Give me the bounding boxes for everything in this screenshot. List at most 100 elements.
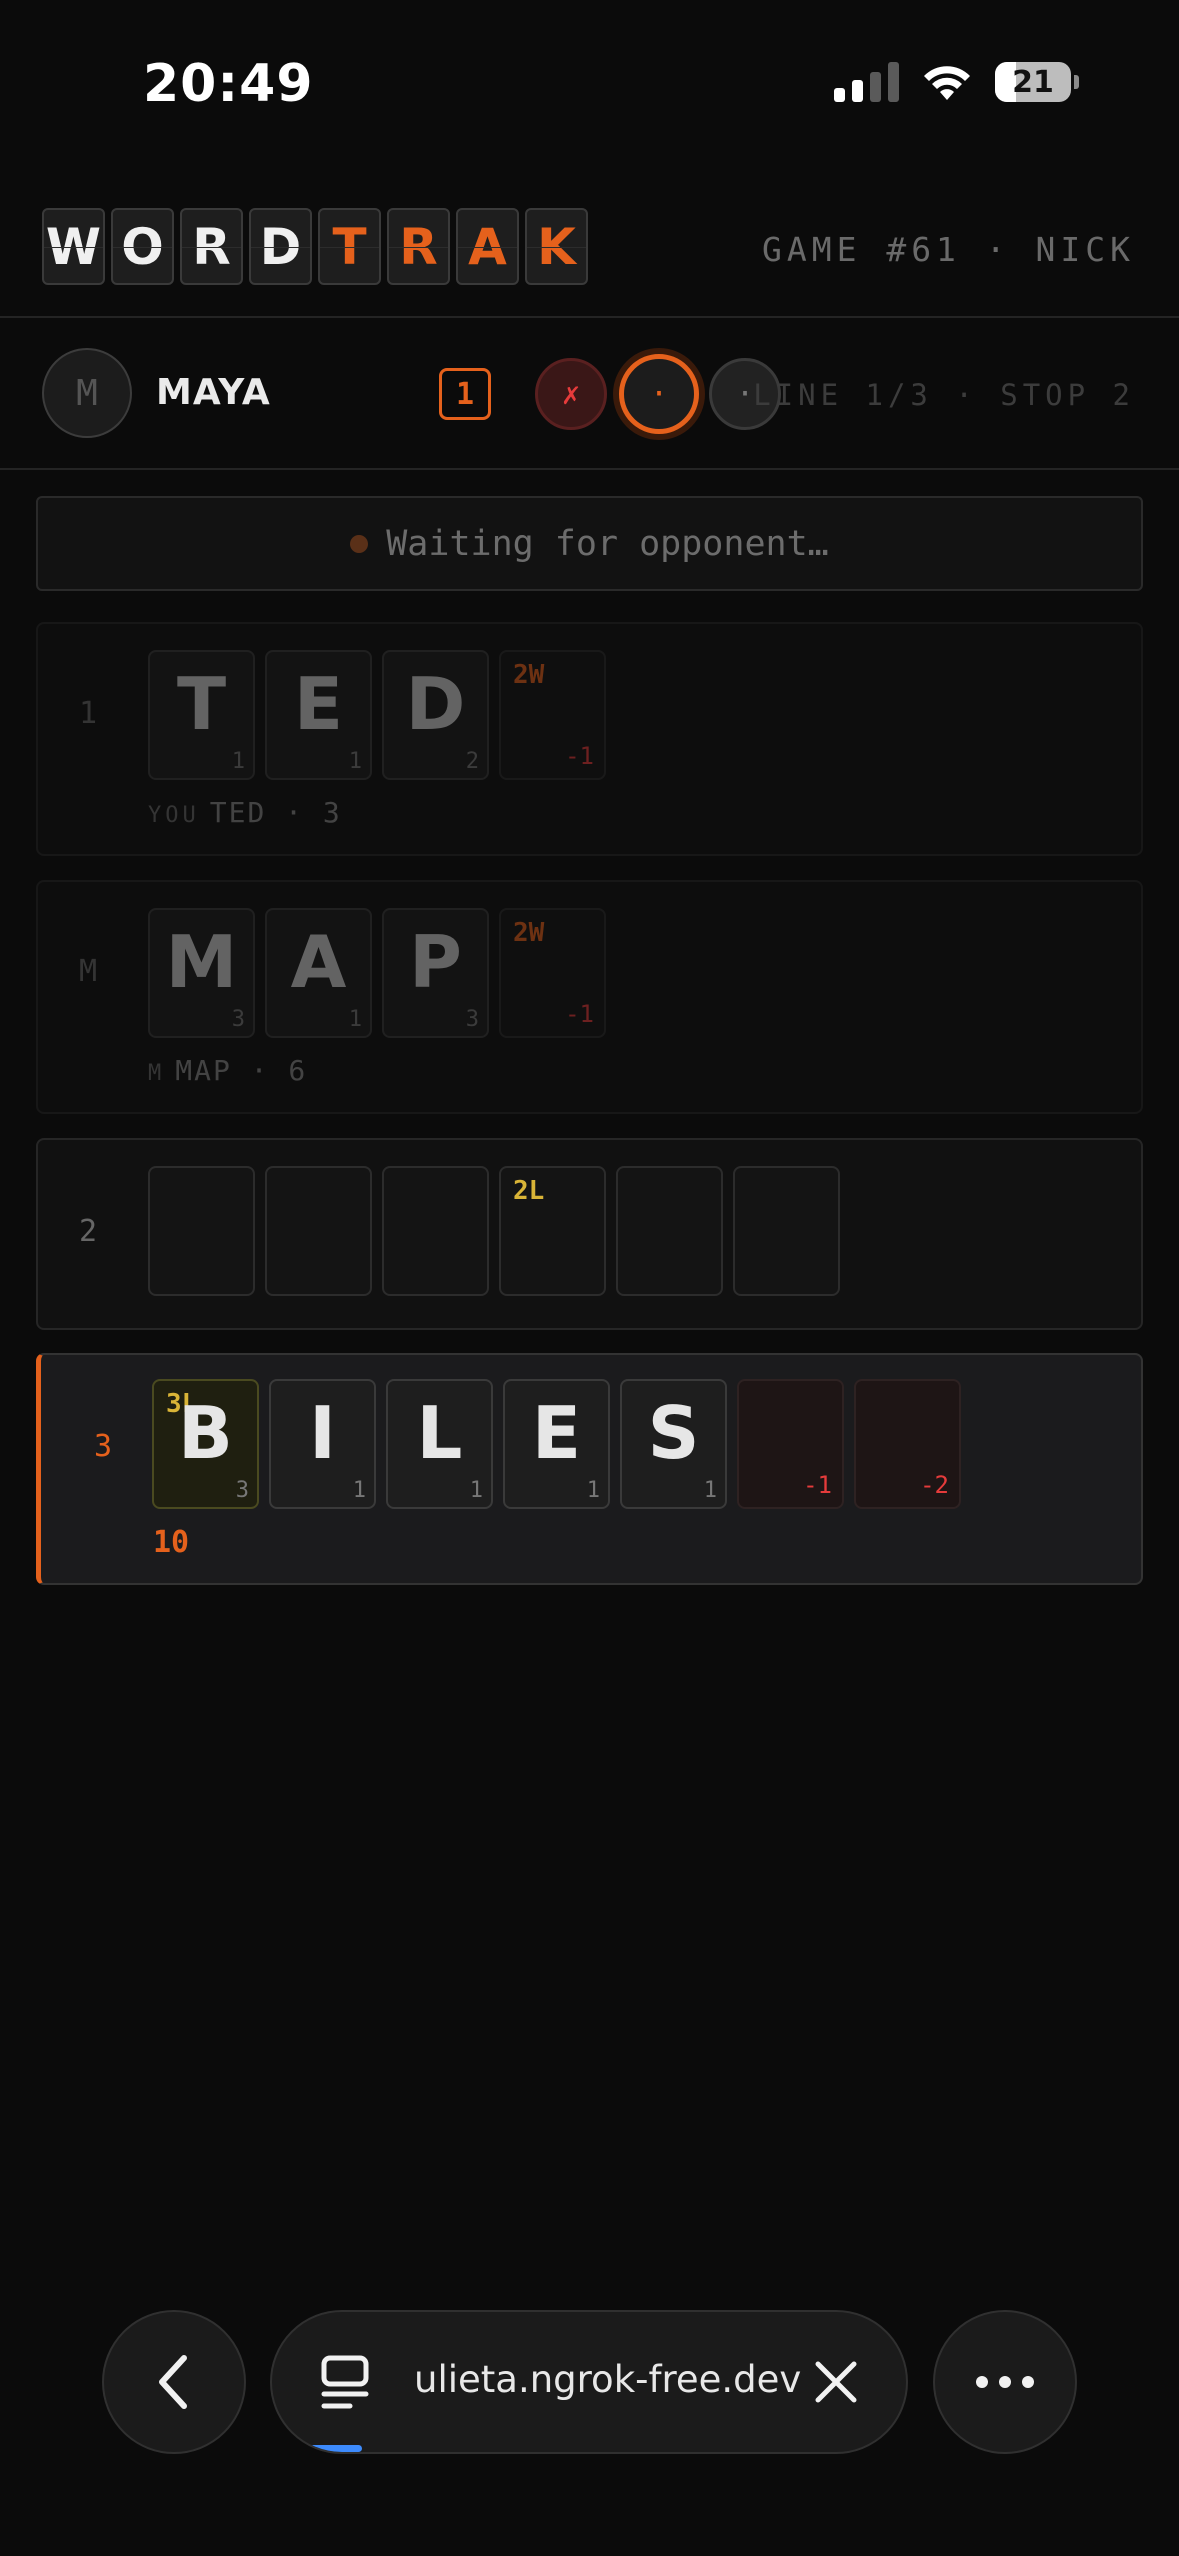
- tile-letter: A: [290, 920, 347, 1004]
- word-row-active: 3 3L B 3 I 1 L 1 E 1 S 1 -1 -2 10: [36, 1353, 1143, 1585]
- page-load-progress: [310, 2445, 362, 2452]
- logo-tile: W: [42, 208, 105, 285]
- letter-tile: T 1: [148, 650, 255, 780]
- round-badge: 1: [439, 368, 491, 420]
- tile-points: 3: [465, 1007, 479, 1032]
- game-header: W O R D T R A K GAME #61 · NICK: [0, 190, 1179, 318]
- letter-tile: P 3: [382, 908, 489, 1038]
- row-player: YOU: [148, 803, 200, 828]
- bonus-tile: 2W -1: [499, 650, 606, 780]
- letter-tile: E 1: [265, 650, 372, 780]
- chevron-left-icon: [159, 2355, 187, 2409]
- logo-tile: O: [111, 208, 174, 285]
- penalty-value: -1: [565, 742, 594, 770]
- penalty-tile[interactable]: -2: [854, 1379, 961, 1509]
- tile-points: 1: [586, 1478, 600, 1503]
- empty-tile[interactable]: [148, 1166, 255, 1296]
- tile-points: 1: [469, 1478, 483, 1503]
- tabs-icon: [321, 2355, 369, 2409]
- row-number: M: [78, 954, 98, 989]
- wordtrak-logo[interactable]: W O R D T R A K: [42, 208, 588, 285]
- tile-letter: L: [416, 1391, 463, 1475]
- letter-tile: M 3: [148, 908, 255, 1038]
- penalty-tile[interactable]: -1: [737, 1379, 844, 1509]
- row-player: M: [148, 1061, 166, 1086]
- logo-tile: K: [525, 208, 588, 285]
- tile-points: 1: [703, 1478, 717, 1503]
- logo-tile: A: [456, 208, 519, 285]
- tile-letter: I: [309, 1391, 336, 1475]
- line-progress: LINE 1/3 · STOP 2: [753, 378, 1135, 412]
- waiting-banner: Waiting for opponent…: [36, 496, 1143, 591]
- opponent-name: MAYA: [156, 372, 271, 413]
- battery-level: 21: [1012, 64, 1054, 100]
- stop-marker-missed: ✗: [535, 358, 607, 430]
- tile-letter: E: [531, 1391, 582, 1475]
- tile-letter: P: [409, 920, 462, 1004]
- current-score: 10: [153, 1525, 190, 1560]
- more-icon: [976, 2376, 1034, 2388]
- close-icon[interactable]: [806, 2352, 866, 2412]
- row-result: TED · 3: [209, 796, 342, 829]
- tile-letter: E: [293, 662, 344, 746]
- word-row: M M 3 A 1 P 3 2W -1 M MAP · 6: [36, 880, 1143, 1114]
- cellular-signal-icon: [834, 62, 899, 102]
- word-row: 1 T 1 E 1 D 2 2W -1 YOU TED · 3: [36, 622, 1143, 856]
- empty-tile[interactable]: [265, 1166, 372, 1296]
- logo-tile: R: [180, 208, 243, 285]
- letter-tile[interactable]: 3L B 3: [152, 1379, 259, 1509]
- penalty-value: -2: [920, 1471, 949, 1499]
- wifi-icon: [924, 66, 970, 100]
- tile-letter: B: [178, 1391, 233, 1475]
- empty-tile[interactable]: [382, 1166, 489, 1296]
- bonus-label: 2W: [513, 660, 545, 690]
- tile-letter: M: [165, 920, 238, 1004]
- penalty-value: -1: [565, 1000, 594, 1028]
- logo-tile: D: [249, 208, 312, 285]
- tile-points: 1: [348, 749, 362, 774]
- tile-points: 2: [465, 749, 479, 774]
- letter-tile[interactable]: S 1: [620, 1379, 727, 1509]
- letter-tile: D 2: [382, 650, 489, 780]
- letter-tile[interactable]: I 1: [269, 1379, 376, 1509]
- tile-letter: D: [405, 662, 466, 746]
- bonus-tile[interactable]: 2L: [499, 1166, 606, 1296]
- status-dot-icon: [350, 534, 369, 553]
- address-bar[interactable]: ulieta.ngrok-free.dev: [270, 2310, 908, 2454]
- back-button[interactable]: [102, 2310, 246, 2454]
- more-button[interactable]: [933, 2310, 1077, 2454]
- logo-tile: T: [318, 208, 381, 285]
- letter-tile[interactable]: E 1: [503, 1379, 610, 1509]
- row-summary: M MAP · 6: [148, 1054, 307, 1087]
- bonus-label: 2L: [513, 1176, 545, 1206]
- tile-points: 1: [348, 1007, 362, 1032]
- opponent-bar: M MAYA 1 ✗ · · LINE 1/3 · STOP 2: [0, 320, 1179, 470]
- tile-letter: S: [647, 1391, 700, 1475]
- status-time: 20:49: [143, 54, 314, 114]
- tile-points: 1: [352, 1478, 366, 1503]
- status-icons: 21: [834, 62, 1079, 102]
- tile-points: 3: [235, 1478, 249, 1503]
- bonus-label: 2W: [513, 918, 545, 948]
- battery-icon: 21: [995, 62, 1071, 102]
- logo-tile: R: [387, 208, 450, 285]
- waiting-text: Waiting for opponent…: [386, 523, 829, 564]
- tile-letter: T: [176, 662, 227, 746]
- row-number: 1: [78, 696, 98, 731]
- url-text: ulieta.ngrok-free.dev: [414, 2358, 802, 2401]
- avatar: M: [42, 348, 132, 438]
- game-info: GAME #61 · NICK: [761, 230, 1135, 269]
- row-result: MAP · 6: [175, 1054, 308, 1087]
- stop-marker-current: ·: [619, 354, 699, 434]
- empty-tile[interactable]: [733, 1166, 840, 1296]
- letter-tile: A 1: [265, 908, 372, 1038]
- penalty-value: -1: [803, 1471, 832, 1499]
- tile-points: 3: [231, 1007, 245, 1032]
- row-number: 2: [78, 1214, 98, 1249]
- word-row: 2 2L: [36, 1138, 1143, 1330]
- row-summary: YOU TED · 3: [148, 796, 342, 829]
- tile-points: 1: [231, 749, 245, 774]
- empty-tile[interactable]: [616, 1166, 723, 1296]
- row-number: 3: [93, 1429, 113, 1464]
- letter-tile[interactable]: L 1: [386, 1379, 493, 1509]
